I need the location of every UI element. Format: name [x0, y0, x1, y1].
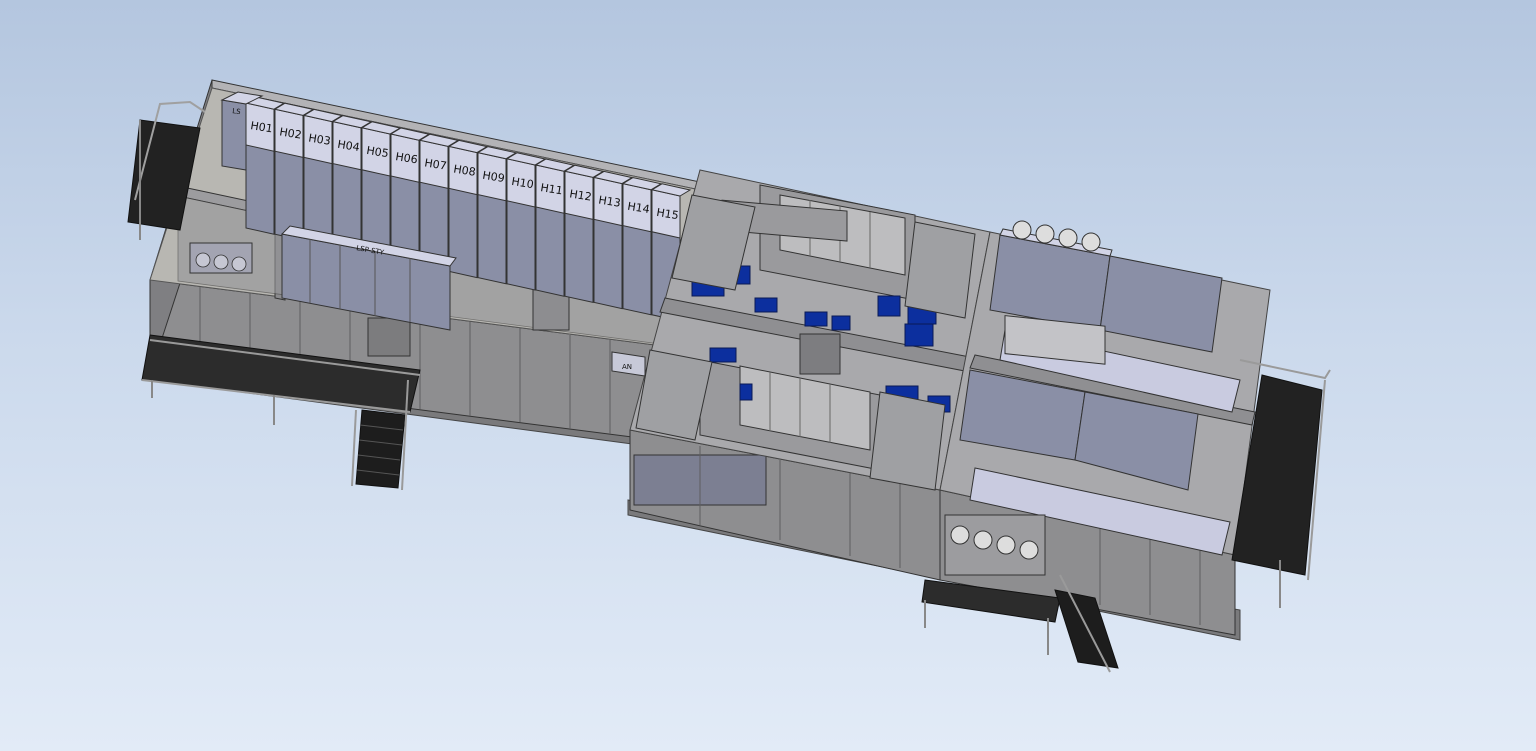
left-front-door — [367, 317, 411, 357]
filter-rack — [189, 242, 253, 274]
middle-divider-door — [799, 333, 841, 375]
blue-equipment-block — [739, 383, 753, 401]
front-stairs — [355, 409, 406, 489]
cad-viewport[interactable]: H01 H02 H03 H04 H05 H06 H07 H08 H09 H10 H11 H12 H13 H… — [0, 0, 1536, 751]
blue-equipment-block — [904, 323, 934, 347]
an-box-label: AN — [622, 363, 632, 371]
ls-cabinet-label: LS — [232, 107, 242, 116]
blue-equipment-block — [831, 315, 851, 331]
blue-equipment-block — [804, 311, 828, 327]
blue-equipment-block — [877, 295, 901, 317]
fan-unit-bottom — [944, 514, 1046, 576]
container-3d-model: H01 H02 H03 H04 H05 H06 H07 H08 H09 H10 H11 H12 H13 H… — [127, 79, 1331, 673]
blue-equipment-block — [754, 297, 778, 313]
blue-equipment-block — [709, 347, 737, 363]
